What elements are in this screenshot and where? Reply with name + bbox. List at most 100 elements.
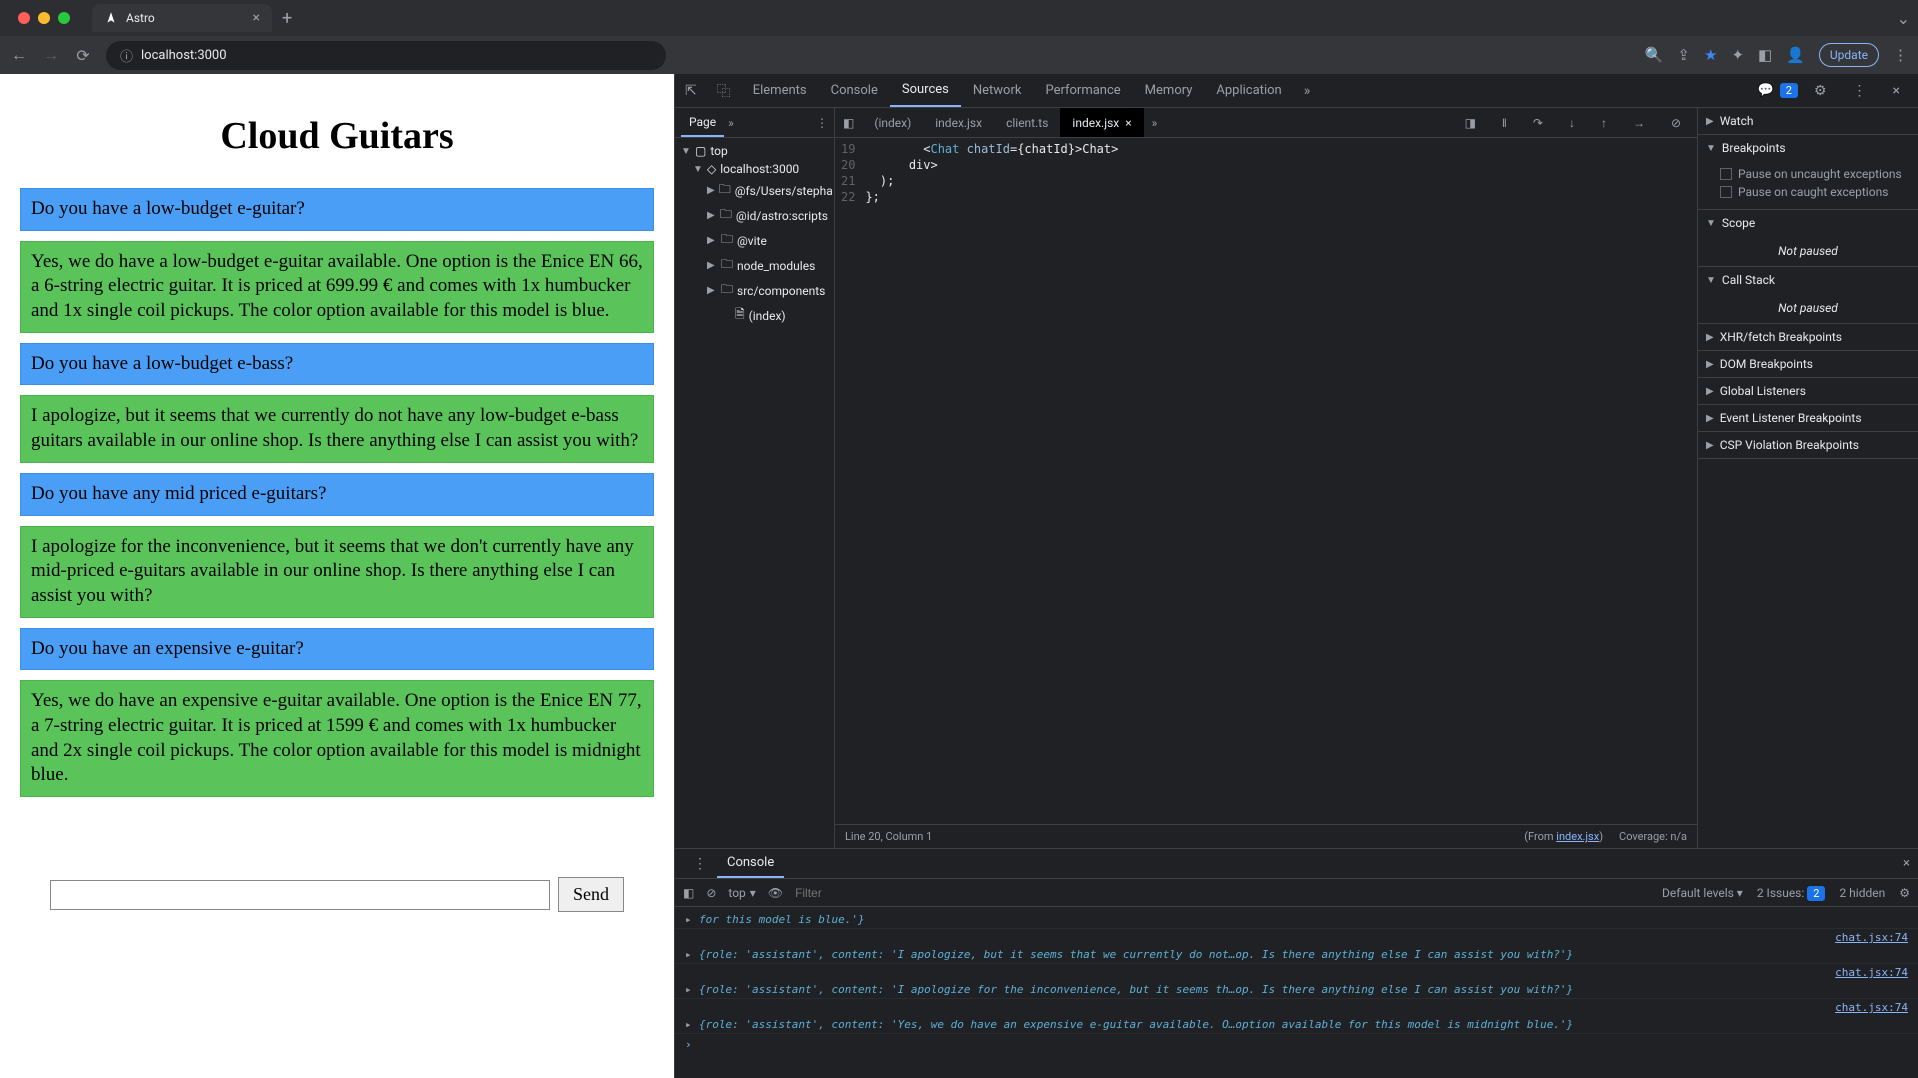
devtools-tab-performance[interactable]: Performance xyxy=(1033,74,1132,107)
console-context-select[interactable]: top ▾ xyxy=(728,886,755,900)
step-out-icon[interactable]: ↑ xyxy=(1593,116,1615,130)
tab-title: Astro xyxy=(126,11,155,25)
browser-tab[interactable]: Astro × xyxy=(92,4,272,32)
console-close-icon[interactable]: × xyxy=(1903,856,1910,871)
log-source-link[interactable]: chat.jsx:74 xyxy=(1835,966,1908,979)
console-menu-icon[interactable]: ⋮ xyxy=(683,856,717,872)
step-over-icon[interactable]: ↷ xyxy=(1525,116,1551,130)
toggle-nav-icon[interactable]: ◧ xyxy=(835,116,862,130)
send-button[interactable]: Send xyxy=(558,877,624,912)
reload-button[interactable]: ⟳ xyxy=(74,46,92,65)
breakpoints-section[interactable]: ▼Breakpoints xyxy=(1698,135,1918,161)
file-tab[interactable]: index.jsx xyxy=(923,108,994,137)
tree-folder[interactable]: ▶🗀node_modules xyxy=(675,253,834,278)
device-toolbar-icon[interactable]: ⿻ xyxy=(707,81,741,101)
back-button[interactable]: ← xyxy=(10,45,28,65)
tree-folder[interactable]: ▶🗀@id/astro:scripts xyxy=(675,203,834,228)
url-input[interactable]: ⓘ localhost:3000 xyxy=(106,41,666,70)
update-button[interactable]: Update xyxy=(1819,43,1879,67)
tree-top[interactable]: ▼▢top xyxy=(675,142,834,160)
watch-section[interactable]: ▶Watch xyxy=(1698,108,1918,134)
devtools-tab-application[interactable]: Application xyxy=(1204,74,1293,107)
log-levels-select[interactable]: Default levels ▾ xyxy=(1662,886,1743,900)
site-info-icon[interactable]: ⓘ xyxy=(120,46,133,65)
extensions-icon[interactable]: ✦ xyxy=(1731,46,1744,64)
close-devtools-icon[interactable]: × xyxy=(1883,83,1910,99)
deactivate-bp-icon[interactable]: ⊘ xyxy=(1663,116,1689,130)
devtools-tab-memory[interactable]: Memory xyxy=(1133,74,1205,107)
devtools: ⇱ ⿻ ElementsConsoleSourcesNetworkPerform… xyxy=(674,74,1918,1078)
devtools-tab-elements[interactable]: Elements xyxy=(741,74,819,107)
search-icon[interactable]: 🔍 xyxy=(1645,46,1664,64)
more-files-icon[interactable]: » xyxy=(1144,116,1166,130)
pause-icon[interactable]: ‖ xyxy=(1494,116,1515,130)
share-icon[interactable]: ⇪ xyxy=(1677,46,1690,64)
side-panel-icon[interactable]: ◧ xyxy=(1758,46,1772,64)
devtools-tab-network[interactable]: Network xyxy=(961,74,1034,107)
file-tab[interactable]: (index) xyxy=(862,108,923,137)
more-nav-icon[interactable]: » xyxy=(728,116,734,130)
toggle-debugger-icon[interactable]: ◨ xyxy=(1457,116,1484,130)
console-sidebar-icon[interactable]: ◧ xyxy=(683,886,694,900)
chat-message-user: Do you have any mid priced e-guitars? xyxy=(20,473,654,516)
clear-console-icon[interactable]: ⊘ xyxy=(706,886,716,900)
csp-breakpoints-section[interactable]: ▶CSP Violation Breakpoints xyxy=(1698,432,1918,458)
chat-input-row: Send xyxy=(20,877,654,912)
tab-close-icon[interactable]: × xyxy=(253,10,260,26)
console-tab[interactable]: Console xyxy=(717,849,784,878)
chat-input[interactable] xyxy=(50,880,550,910)
pause-caught-checkbox[interactable]: Pause on caught exceptions xyxy=(1720,183,1910,201)
chat-messages: Do you have a low-budget e-guitar?Yes, w… xyxy=(20,188,654,797)
step-icon[interactable]: → xyxy=(1625,116,1653,130)
console-log-entry[interactable]: ▸for this model is blue.'} xyxy=(675,911,1918,929)
scope-section[interactable]: ▼Scope xyxy=(1698,210,1918,236)
inspect-element-icon[interactable]: ⇱ xyxy=(675,83,707,99)
file-tab[interactable]: client.ts xyxy=(994,108,1060,137)
minimize-window-button[interactable] xyxy=(38,12,50,24)
file-tab[interactable]: index.jsx× xyxy=(1060,108,1143,137)
close-file-icon[interactable]: × xyxy=(1125,116,1131,130)
log-source-link[interactable]: chat.jsx:74 xyxy=(1835,931,1908,944)
close-window-button[interactable] xyxy=(18,12,30,24)
kebab-menu-icon[interactable]: ⋮ xyxy=(1843,83,1877,99)
forward-button[interactable]: → xyxy=(42,45,60,65)
nav-menu-icon[interactable]: ⋮ xyxy=(816,116,828,130)
new-tab-button[interactable]: + xyxy=(282,8,292,29)
chat-message-user: Do you have a low-budget e-bass? xyxy=(20,343,654,386)
console-log-entry[interactable]: ▸{role: 'assistant', content: 'I apologi… xyxy=(675,981,1918,999)
code-area[interactable]: 19202122 <Chat chatId={chatId}>Chat> div… xyxy=(835,138,1697,824)
maximize-window-button[interactable] xyxy=(58,12,70,24)
callstack-section[interactable]: ▼Call Stack xyxy=(1698,267,1918,293)
more-tabs-icon[interactable]: » xyxy=(1294,83,1321,99)
console-filter-input[interactable] xyxy=(795,886,935,900)
tree-file[interactable]: 🗎(index) xyxy=(675,303,834,328)
pause-uncaught-checkbox[interactable]: Pause on uncaught exceptions xyxy=(1720,165,1910,183)
global-listeners-section[interactable]: ▶Global Listeners xyxy=(1698,378,1918,404)
console-log-entry[interactable]: ▸{role: 'assistant', content: 'Yes, we d… xyxy=(675,1016,1918,1034)
expand-icon[interactable]: ⌄ xyxy=(1897,9,1910,28)
console-prompt[interactable]: › xyxy=(675,1034,1918,1055)
devtools-tab-sources[interactable]: Sources xyxy=(890,74,961,107)
live-expression-icon[interactable]: 👁 xyxy=(768,886,783,900)
log-source-link[interactable]: chat.jsx:74 xyxy=(1835,1001,1908,1014)
console-log-entry[interactable]: ▸{role: 'assistant', content: 'I apologi… xyxy=(675,946,1918,964)
menu-icon[interactable]: ⋮ xyxy=(1893,46,1908,64)
issues-icon[interactable]: 💬 xyxy=(1758,83,1774,98)
console-settings-icon[interactable]: ⚙ xyxy=(1899,886,1910,900)
devtools-tab-console[interactable]: Console xyxy=(819,74,890,107)
dom-breakpoints-section[interactable]: ▶DOM Breakpoints xyxy=(1698,351,1918,377)
tree-folder[interactable]: ▶🗀@fs/Users/stepha xyxy=(675,178,834,203)
traffic-lights xyxy=(8,12,80,24)
page-tab[interactable]: Page xyxy=(681,108,724,137)
tree-folder[interactable]: ▶🗀src/components xyxy=(675,278,834,303)
bookmark-star-icon[interactable]: ★ xyxy=(1704,46,1717,64)
xhr-breakpoints-section[interactable]: ▶XHR/fetch Breakpoints xyxy=(1698,324,1918,350)
source-origin-link[interactable]: index.jsx xyxy=(1556,830,1599,843)
profile-icon[interactable]: 👤 xyxy=(1786,46,1805,64)
settings-icon[interactable]: ⚙ xyxy=(1804,83,1837,99)
tree-host[interactable]: ▼◇localhost:3000 xyxy=(675,160,834,178)
tree-folder[interactable]: ▶🗀@vite xyxy=(675,228,834,253)
issues-label[interactable]: 2 Issues: 2 xyxy=(1757,886,1826,900)
event-breakpoints-section[interactable]: ▶Event Listener Breakpoints xyxy=(1698,405,1918,431)
step-into-icon[interactable]: ↓ xyxy=(1561,116,1583,130)
